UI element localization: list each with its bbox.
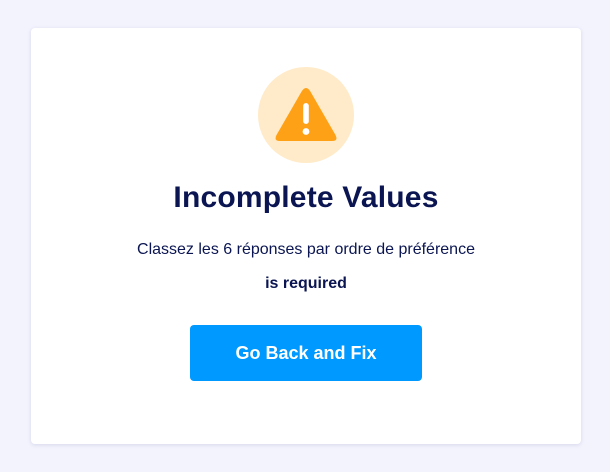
go-back-and-fix-button[interactable]: Go Back and Fix bbox=[190, 325, 422, 381]
field-label: Classez les 6 réponses par ordre de préf… bbox=[137, 241, 475, 258]
required-message: is required bbox=[265, 275, 347, 292]
warning-triangle-icon bbox=[275, 88, 337, 141]
incomplete-values-dialog: Incomplete Values Classez les 6 réponses… bbox=[31, 28, 581, 444]
dialog-title: Incomplete Values bbox=[173, 181, 439, 214]
warning-icon-badge bbox=[258, 67, 354, 163]
